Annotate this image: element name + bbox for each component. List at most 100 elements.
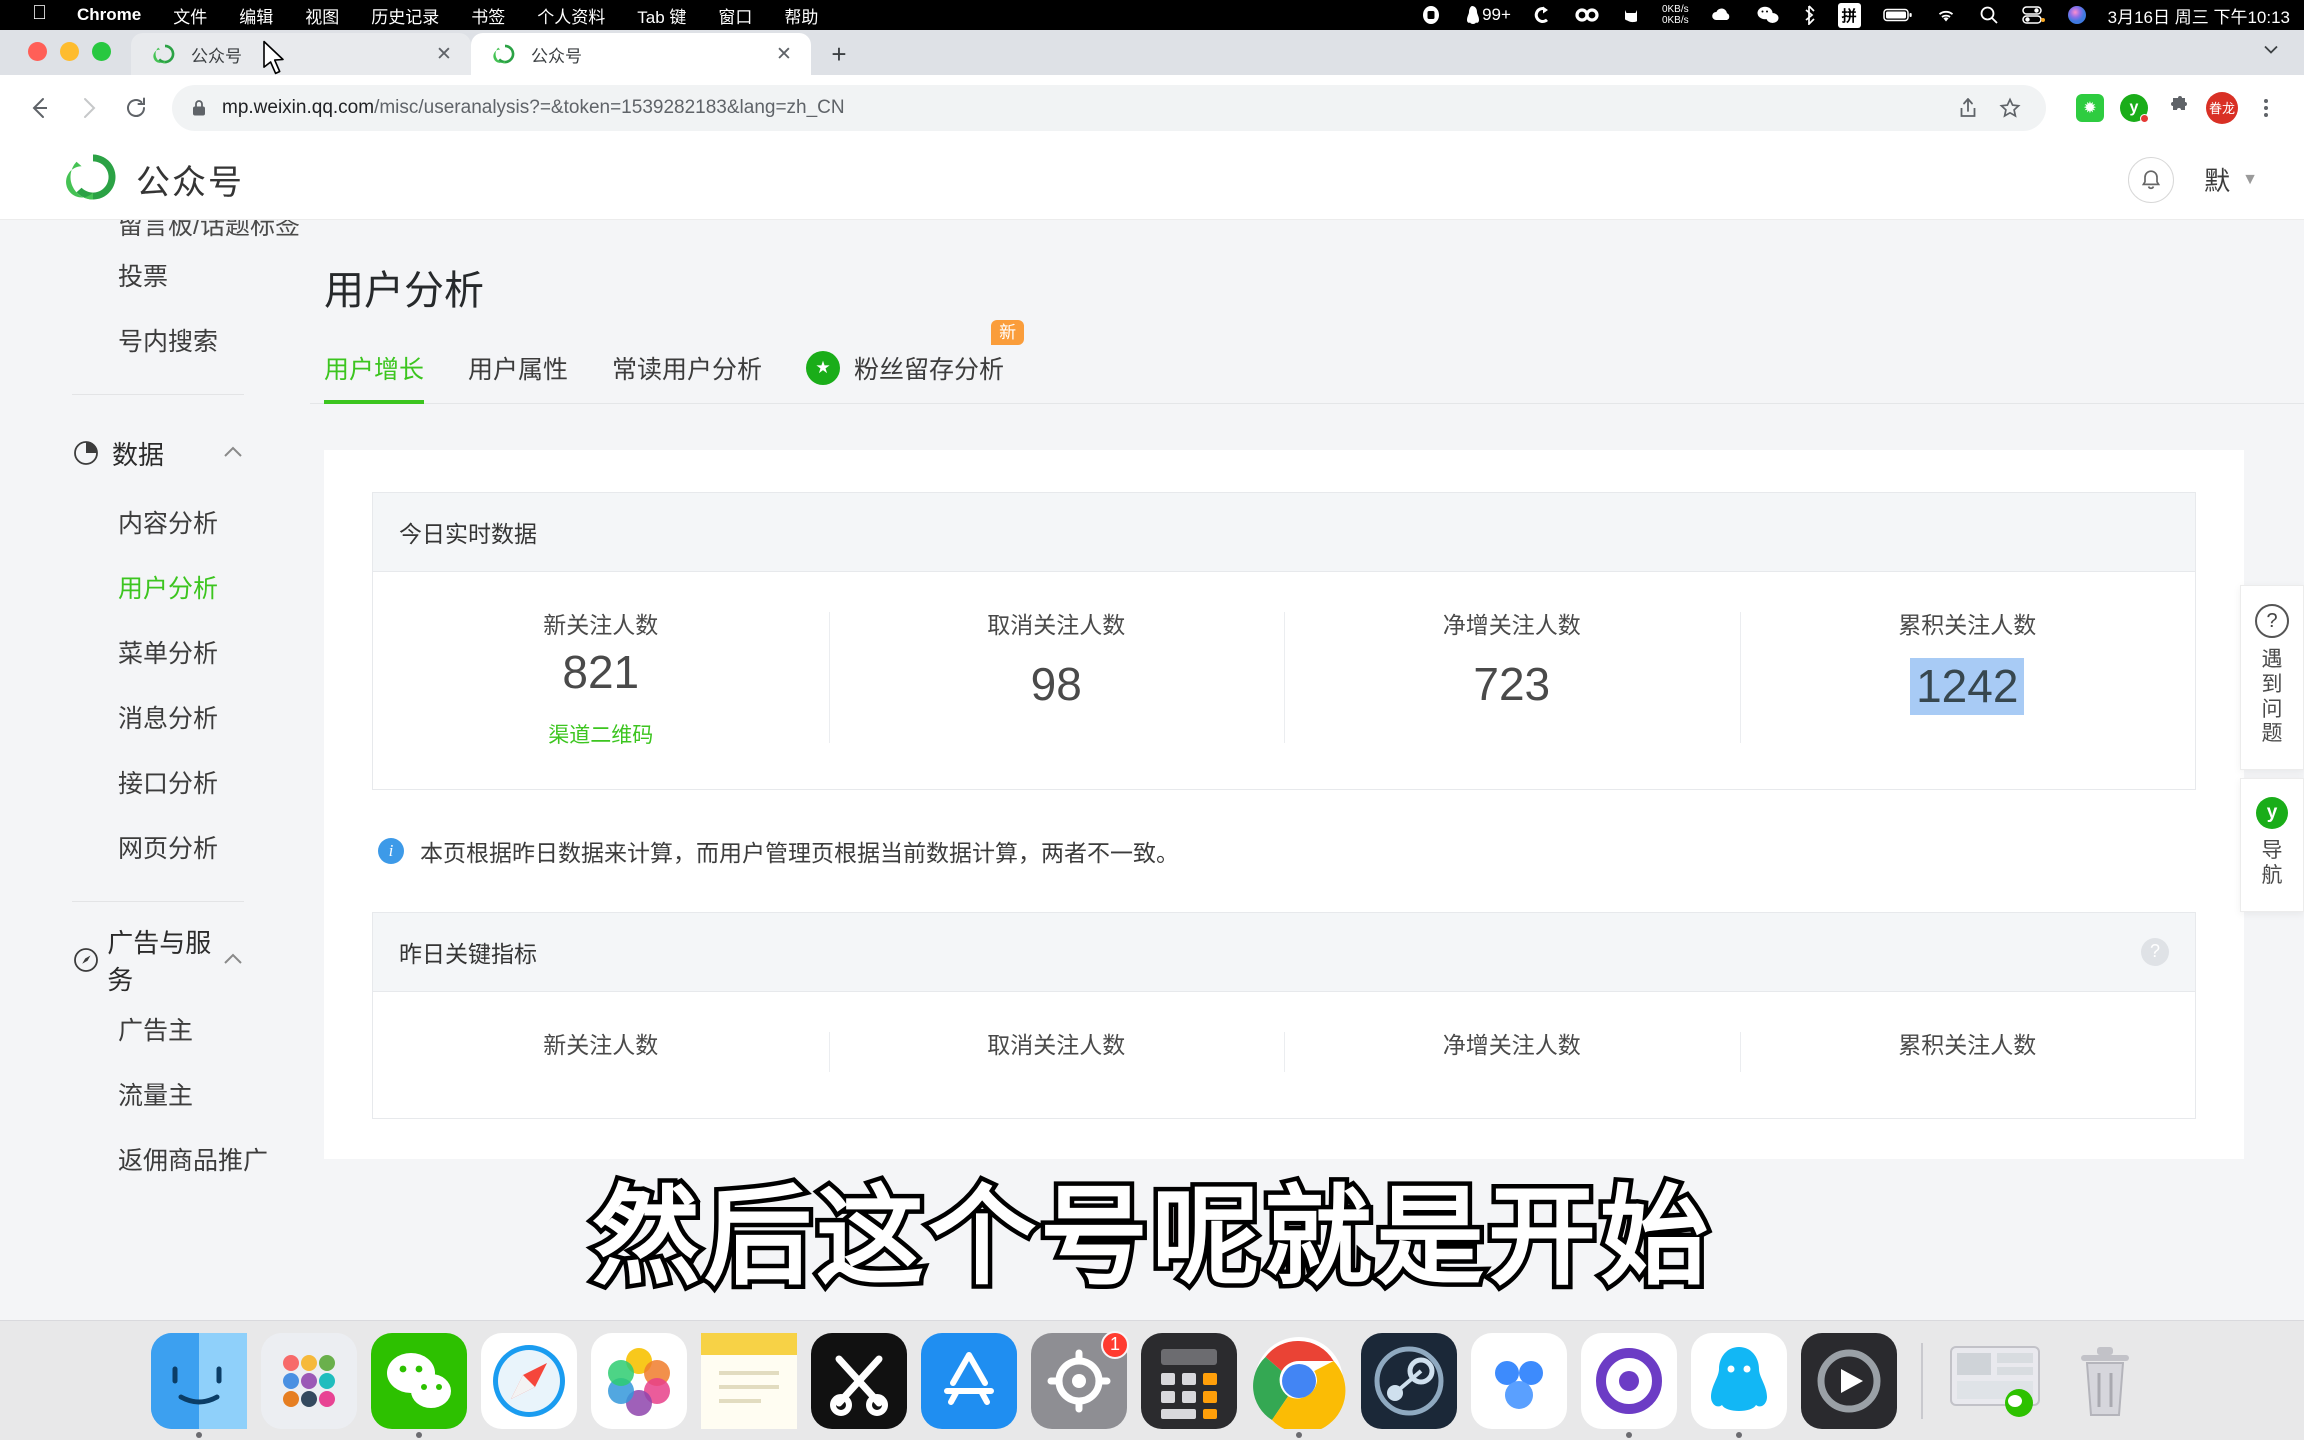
tab-fan-retention[interactable]: ★ 粉丝留存分析 新 [806,320,1026,403]
menu-item-view[interactable]: 视图 [289,3,355,28]
dock-item-safari[interactable] [481,1332,577,1429]
menu-item-bookmarks[interactable]: 书签 [455,3,521,28]
dock-item-launchpad[interactable] [261,1332,357,1429]
stat-unfollows-value: 98 [1030,658,1082,710]
profile-avatar-button[interactable]: 眷龙 [2200,86,2244,130]
extensions-puzzle-icon[interactable] [2156,86,2200,130]
wechat-menu-icon[interactable] [1745,5,1791,25]
menu-item-profile[interactable]: 个人资料 [521,3,621,28]
address-bar[interactable]: mp.weixin.qq.com/misc/useranalysis?=&tok… [172,84,2046,131]
menu-item-chrome[interactable]: Chrome [61,5,157,25]
close-window-button[interactable] [28,42,47,61]
sidebar-item-menu-analysis[interactable]: 菜单分析 [0,619,310,684]
sidebar-item-web-analysis[interactable]: 网页分析 [0,814,310,879]
browser-tab-1[interactable]: 公众号 ✕ [131,33,471,75]
reload-button[interactable] [112,84,160,132]
channel-qrcode-link[interactable]: 渠道二维码 [383,719,819,749]
help-rail-problem[interactable]: ? 遇到问题 [2240,585,2304,771]
cloud-icon[interactable] [1699,6,1745,24]
menu-item-file[interactable]: 文件 [157,3,223,28]
qq-status-icon[interactable]: 99+ [1452,5,1522,25]
wechat-extension-icon[interactable]: ✹ [2068,86,2112,130]
stat-total-followers: 累积关注人数 1242 [1739,606,2196,749]
dock-item-steam[interactable] [1361,1332,1457,1429]
new-tab-button[interactable]: + [817,33,861,75]
sidebar-group-ads-services[interactable]: 广告与服务 [0,924,310,996]
dock-item-calculator[interactable] [1141,1332,1237,1429]
macos-dock: 1 [0,1320,2304,1440]
dock-item-system-settings[interactable]: 1 [1031,1330,1129,1429]
bookmark-star-icon[interactable] [1992,90,2028,126]
sidebar-item-traffic-owner[interactable]: 流量主 [0,1061,310,1126]
dock-item-baidu-netdisk[interactable] [1471,1332,1567,1429]
stat-unfollows-label: 取消关注人数 [987,612,1126,638]
dock-item-app-store[interactable] [921,1332,1017,1429]
browser-tab-2-close-icon[interactable]: ✕ [771,41,797,67]
menu-item-edit[interactable]: 编辑 [223,3,289,28]
sidebar-item-interface-analysis[interactable]: 接口分析 [0,749,310,814]
dock-item-trash[interactable] [2057,1333,2153,1429]
recording-icon[interactable] [1410,5,1452,25]
infinity-app-icon[interactable] [1564,6,1610,24]
siri-icon[interactable] [2056,5,2098,25]
wechat-mp-logo-icon [66,150,120,209]
sidebar-item-advertiser[interactable]: 广告主 [0,996,310,1061]
sidebar-item-content-analysis[interactable]: 内容分析 [0,489,310,554]
dock-item-recent-window[interactable] [1947,1333,2043,1429]
browser-tab-2[interactable]: 公众号 ✕ [471,33,811,75]
dock-item-finder[interactable] [151,1332,247,1438]
chevron-up-icon[interactable] [222,443,244,464]
tab-list-chevron-icon[interactable] [2260,38,2304,75]
tab-user-growth[interactable]: 用户增长 [324,350,446,404]
browser-tab-1-close-icon[interactable]: ✕ [431,41,457,67]
share-icon[interactable] [1950,90,1986,126]
tab-frequent-readers[interactable]: 常读用户分析 [612,350,784,403]
bluetooth-icon[interactable] [1791,5,1827,25]
control-center-icon[interactable] [2010,5,2056,25]
dock-item-photos[interactable] [591,1332,687,1429]
dock-item-notes[interactable] [701,1332,797,1429]
account-menu[interactable]: 默 ▼ [2204,161,2258,198]
forward-button[interactable] [64,84,112,132]
menu-item-history[interactable]: 历史记录 [355,3,455,28]
dock-item-quicktime[interactable] [1801,1332,1897,1429]
chevron-up-icon[interactable] [222,950,244,971]
network-speed-indicator[interactable]: 0KB/s 0KB/s [1652,4,1699,26]
sidebar-group-data[interactable]: 数据 [0,417,310,489]
sidebar-item-vote[interactable]: 投票 [0,242,310,307]
menu-bar-clock[interactable]: 3月16日 周三 下午10:13 [2098,3,2290,28]
cat-app-icon[interactable] [1610,5,1652,25]
sidebar-divider-2 [72,901,244,902]
notification-bell-icon[interactable] [2128,156,2175,203]
dock-item-circle-app[interactable] [1581,1332,1677,1438]
site-brand[interactable]: 公众号 [66,150,244,209]
sync-icon[interactable] [1522,5,1564,25]
wifi-icon[interactable] [1924,7,1968,24]
youdao-extension-icon[interactable]: y [2112,86,2156,130]
help-rail-nav[interactable]: y 导航 [2240,778,2304,912]
input-method-icon[interactable]: 拼 [1827,2,1872,28]
dock-item-capcut[interactable] [811,1332,907,1429]
stat-total-followers-value[interactable]: 1242 [1910,658,2025,715]
maximize-window-button[interactable] [92,42,111,61]
spotlight-search-icon[interactable] [1968,5,2010,25]
menu-item-tab[interactable]: Tab 键 [621,3,702,28]
yesterday-stat-unfollows: 取消关注人数 [828,1026,1285,1078]
apple-menu-icon[interactable]:  [18,3,61,23]
minimize-window-button[interactable] [60,42,79,61]
tab-user-attributes[interactable]: 用户属性 [468,350,590,403]
chrome-menu-button[interactable] [2244,86,2288,130]
sidebar-item-message-analysis[interactable]: 消息分析 [0,684,310,749]
menu-item-help[interactable]: 帮助 [768,3,834,28]
sidebar-item-user-analysis[interactable]: 用户分析 [0,554,310,619]
dock-item-qq[interactable] [1691,1332,1787,1438]
dock-item-chrome[interactable] [1251,1333,1347,1438]
back-button[interactable] [16,84,64,132]
help-question-icon[interactable]: ? [2141,937,2169,966]
browser-tab-2-title: 公众号 [531,46,582,66]
battery-icon[interactable] [1872,7,1924,23]
menu-item-window[interactable]: 窗口 [702,3,768,28]
dock-item-wechat[interactable] [371,1332,467,1438]
sidebar-item-in-account-search[interactable]: 号内搜索 [0,307,310,372]
sidebar-item-message-board[interactable]: 留言板/话题标签 [0,220,310,242]
